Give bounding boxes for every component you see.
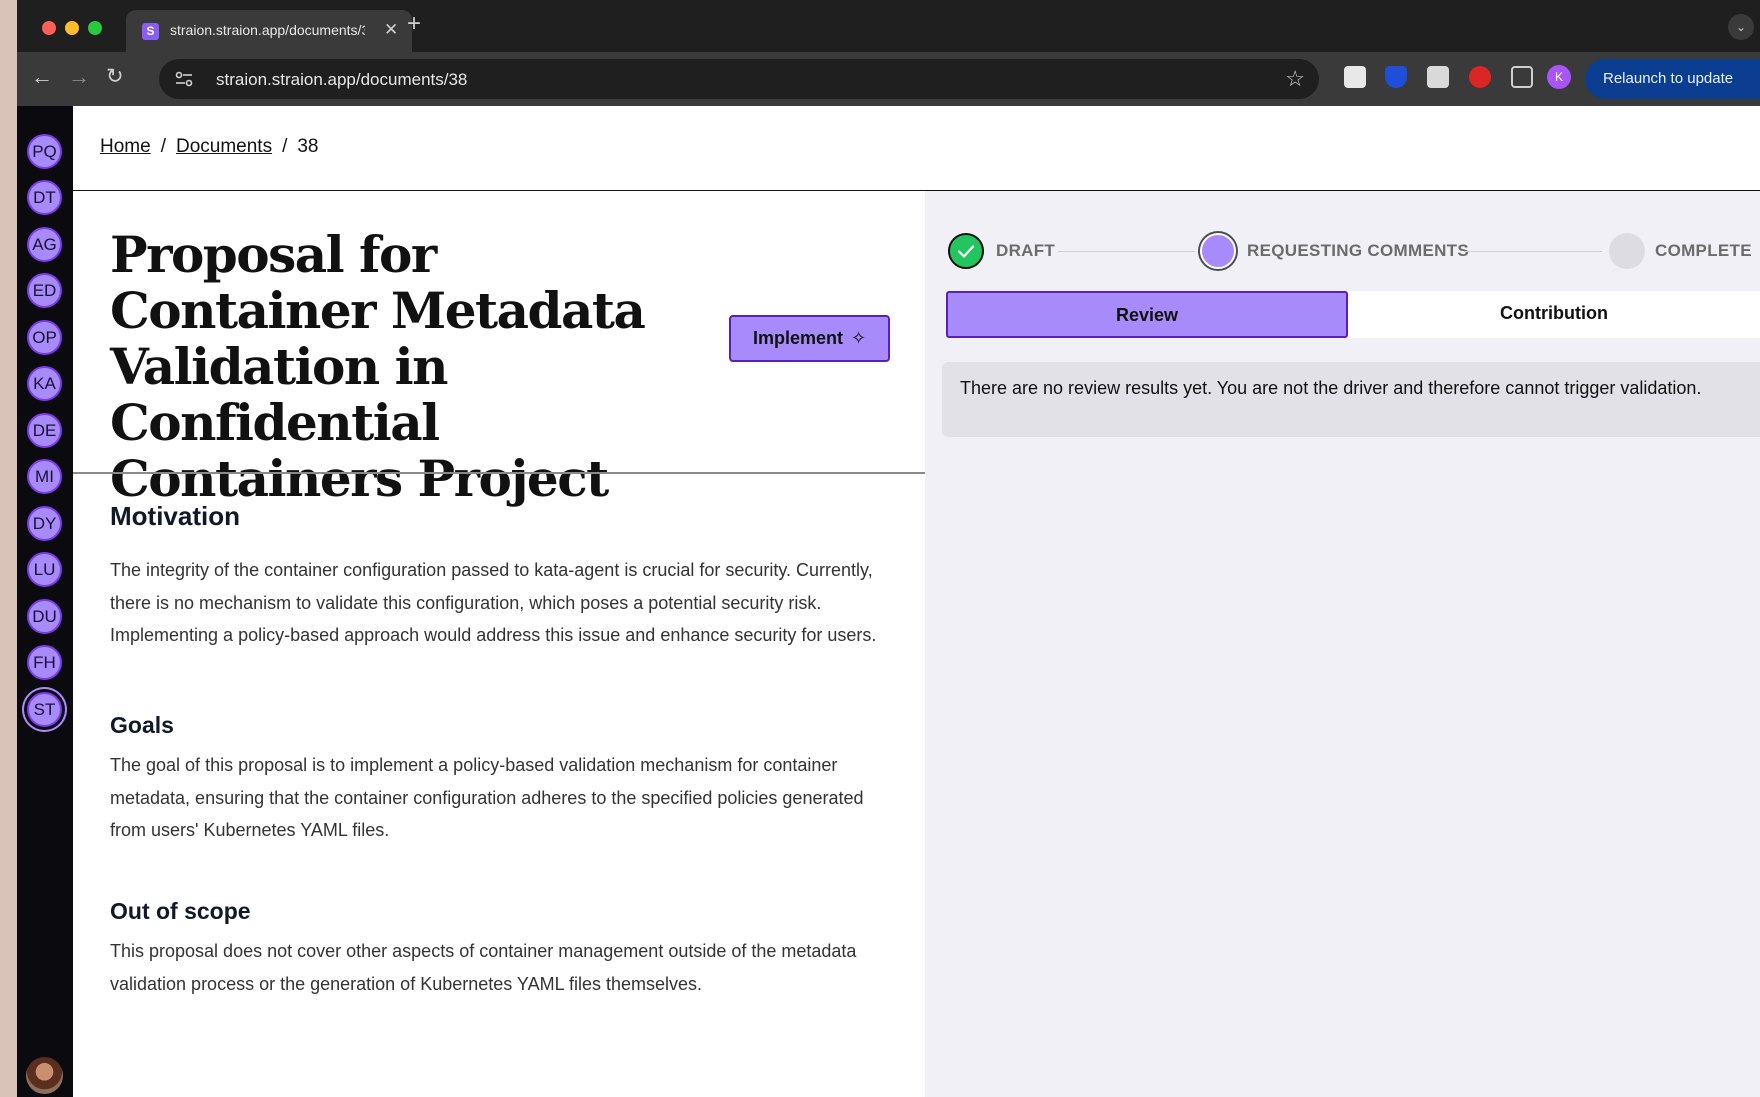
avatar-dt[interactable]: DT <box>27 180 62 215</box>
user-profile-photo[interactable] <box>26 1057 63 1094</box>
tab-close-icon[interactable]: ✕ <box>384 20 398 40</box>
address-bar[interactable]: straion.straion.app/documents/38 ☆ <box>159 59 1319 99</box>
breadcrumb-current: 38 <box>297 136 319 157</box>
tab-review[interactable]: Review <box>946 291 1348 338</box>
step-label-draft: DRAFT <box>996 241 1056 260</box>
tab-contribution-label: Contribution <box>1500 303 1608 323</box>
section-body-motivation: The integrity of the container configura… <box>110 560 877 645</box>
breadcrumb-separator: / <box>160 136 166 157</box>
implement-button[interactable]: Implement ✧ <box>729 315 890 362</box>
reload-icon[interactable]: ↻ <box>106 66 124 87</box>
document-pane: Proposal for Container Metadata Validati… <box>73 191 925 1097</box>
relaunch-to-update-button[interactable]: Relaunch to update <box>1585 59 1760 99</box>
section-heading-out-of-scope: Out of scope <box>110 898 251 924</box>
relaunch-label: Relaunch to update <box>1603 70 1734 87</box>
maximize-window-button[interactable] <box>88 21 102 35</box>
glasses-extension-icon[interactable] <box>1427 66 1449 88</box>
avatar-ed[interactable]: ED <box>27 273 62 308</box>
avatar-lu[interactable]: LU <box>27 552 62 587</box>
stop-hand-icon[interactable] <box>1469 66 1491 88</box>
avatar-dy[interactable]: DY <box>27 506 62 541</box>
review-status-text: There are no review results yet. You are… <box>960 378 1702 398</box>
extensions-puzzle-icon[interactable] <box>1511 66 1533 88</box>
section-heading-goals: Goals <box>110 712 174 738</box>
implement-label: Implement <box>752 328 843 348</box>
breadcrumb-documents-link[interactable]: Documents <box>176 136 272 157</box>
draft-step-check-icon <box>948 233 984 269</box>
url-text: straion.straion.app/documents/38 <box>216 70 468 89</box>
step-connector <box>1465 251 1602 252</box>
new-tab-button[interactable]: + <box>407 12 421 36</box>
step-label-complete: COMPLETE <box>1655 241 1752 260</box>
straion-extension-icon[interactable] <box>1344 66 1366 88</box>
back-arrow-icon[interactable]: ← <box>31 66 53 88</box>
tab-strip: S straion.straion.app/documents/38 ✕ + ⌄ <box>17 0 1760 52</box>
breadcrumb: Home / Documents / 38 <box>100 136 319 158</box>
breadcrumb-separator: / <box>282 136 288 157</box>
avatar-ka[interactable]: KA <box>27 366 62 401</box>
section-heading-motivation: Motivation <box>110 501 240 531</box>
avatar-op[interactable]: OP <box>27 320 62 355</box>
close-window-button[interactable] <box>42 21 56 35</box>
sparkle-icon: ✧ <box>850 328 867 348</box>
minimize-window-button[interactable] <box>65 21 79 35</box>
review-status-notice: There are no review results yet. You are… <box>942 362 1760 437</box>
step-connector <box>1058 251 1195 252</box>
avatar-pq[interactable]: PQ <box>27 134 62 169</box>
browser-tab[interactable]: S straion.straion.app/documents/38 ✕ <box>126 10 412 52</box>
section-body-goals: The goal of this proposal is to implemen… <box>110 755 864 840</box>
main-area: Home / Documents / 38 Proposal for Container… <box>73 106 1760 1097</box>
avatar-st[interactable]: ST <box>27 692 62 727</box>
avatar-ag[interactable]: AG <box>27 227 62 262</box>
tab-contribution[interactable]: Contribution <box>1348 291 1760 338</box>
site-settings-icon[interactable] <box>175 71 193 87</box>
bookmark-star-icon[interactable]: ☆ <box>1285 66 1305 92</box>
forward-arrow-icon[interactable]: → <box>68 66 90 88</box>
breadcrumb-home-link[interactable]: Home <box>100 136 151 157</box>
requesting-comments-step-icon <box>1200 233 1236 269</box>
complete-step-icon <box>1609 233 1645 269</box>
tab-search-icon[interactable]: ⌄ <box>1728 14 1754 40</box>
avatar-mi[interactable]: MI <box>27 459 62 494</box>
avatar-du[interactable]: DU <box>27 599 62 634</box>
document-title: Proposal for Container Metadata Validati… <box>110 225 646 508</box>
profile-avatar[interactable]: K <box>1547 65 1571 89</box>
browser-toolbar: ← → ↻ straion.straion.app/documents/38 ☆… <box>17 52 1760 106</box>
section-body-out-of-scope: This proposal does not cover other aspec… <box>110 941 857 994</box>
bitwarden-shield-icon[interactable] <box>1385 66 1407 88</box>
title-divider <box>73 472 925 474</box>
browser-window: S straion.straion.app/documents/38 ✕ + ⌄… <box>17 0 1760 1097</box>
review-panel: DRAFT REQUESTING COMMENTS COMPLETE Revie… <box>925 191 1760 1097</box>
avatar-fh[interactable]: FH <box>27 645 62 680</box>
tab-title: straion.straion.app/documents/38 <box>170 22 365 38</box>
user-sidebar: PQ DT AG ED OP KA DE MI DY LU DU FH ST <box>17 106 73 1097</box>
step-label-requesting-comments: REQUESTING COMMENTS <box>1247 241 1469 260</box>
tab-review-label: Review <box>1115 305 1179 325</box>
avatar-de[interactable]: DE <box>27 413 62 448</box>
straion-favicon-icon: S <box>142 23 159 40</box>
